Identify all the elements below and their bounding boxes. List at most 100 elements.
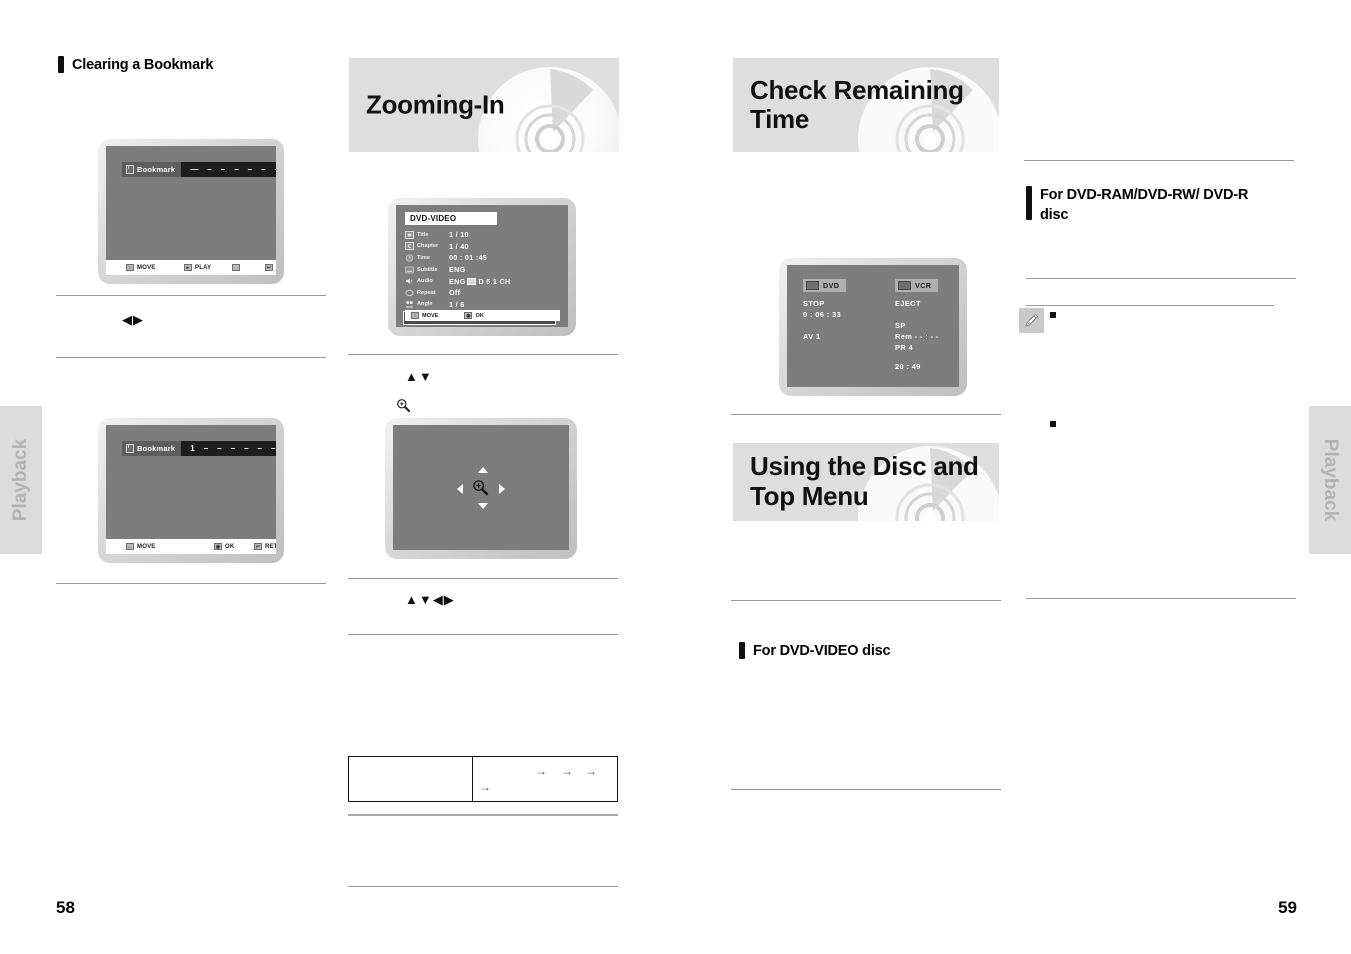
keycap-icon: ↩ [265, 264, 273, 271]
divider [1026, 598, 1296, 599]
info-label: Angle [405, 300, 449, 308]
banner-zooming-in: Zooming-In [349, 58, 619, 152]
info-value: 1 / 40 [449, 241, 469, 251]
info-row-time: Time 00 : 01 :45 [405, 252, 560, 264]
side-tab-right-label: Playback [1320, 438, 1341, 522]
zoom-magnifier-icon [473, 479, 489, 495]
heading-bar [739, 642, 745, 659]
arrow-down-icon [478, 502, 488, 509]
angle-icon [405, 300, 414, 308]
divider [1024, 160, 1294, 161]
osd-move-label: MOVE [422, 312, 439, 319]
chapter-icon: C [405, 242, 414, 251]
key-hint-up-down: ▲▼ [405, 369, 433, 384]
divider [348, 634, 618, 635]
tv-screen-bookmark-one: Bookmark 1 – – – – – – – – –– ↔ [98, 418, 284, 563]
divider [348, 814, 618, 816]
side-tab-left-label: Playback [10, 438, 31, 522]
arrow-right-icon: → [561, 764, 573, 778]
bookmark-label-text: Bookmark [137, 165, 176, 174]
info-label: Audio [405, 277, 449, 285]
info-row-audio: Audio ENG D 5.1 CH [405, 275, 560, 287]
vcr-status: EJECT [895, 299, 921, 308]
vcr-remaining: Rem - - : - - [895, 332, 939, 341]
heading-clearing-a-bookmark-label: Clearing a Bookmark [72, 57, 214, 73]
info-value: 00 : 01 :45 [449, 253, 488, 263]
arrow-right-icon: → [479, 780, 491, 794]
osd-ok-label: OK [475, 312, 484, 319]
keycap-icon: ◉ [464, 312, 473, 319]
info-row-chapter: C Chapter 1 / 40 [405, 241, 560, 253]
page-number-left: 58 [56, 898, 75, 917]
remaining-dvd-column: DVD STOP 0 : 06 : 33 AV 1 [803, 279, 847, 343]
bookmark-row: Bookmark 1 – – – – – – – – –– [122, 441, 276, 456]
divider [56, 295, 326, 296]
heading-clearing-a-bookmark: Clearing a Bookmark [58, 56, 308, 76]
vcr-tape-icon [898, 281, 911, 290]
speaker-icon [405, 277, 414, 285]
page-number-right: 59 [1278, 898, 1297, 917]
divider [731, 600, 1001, 601]
dvd-disc-icon [806, 281, 819, 290]
info-row-subtitle: Subtitle ENG [405, 264, 560, 276]
info-label-text: Chapter [417, 243, 439, 250]
audio-format: D 5.1 CH [478, 276, 511, 286]
tv-screen-zoom-pointer [385, 418, 577, 559]
key-hint-left-right: ◀▶ [122, 312, 144, 327]
info-value: ENG D 5.1 CH [449, 277, 510, 286]
vcr-speed: SP [895, 321, 906, 330]
osd-move-button: ↕ MOVE [126, 264, 155, 271]
bookmark-slots-one: 1 – – – – – – – – –– [181, 441, 276, 456]
bullet-marker [1050, 312, 1056, 318]
vcr-clock: 20 : 49 [895, 362, 921, 371]
vcr-program: PR 4 [895, 343, 914, 352]
bookmark-label-chip: Bookmark [122, 441, 182, 456]
divider [348, 578, 618, 579]
dolby-digital-icon [467, 277, 477, 285]
bookmark-icon [126, 444, 134, 453]
osd-ok-button: ◉ OK [464, 312, 484, 319]
bookmark-slot: – [207, 165, 213, 174]
osd-move-label: MOVE [137, 543, 156, 550]
osd-play-label: PLAY [195, 264, 212, 271]
osd-zoom-pointer [393, 425, 569, 550]
divider [348, 886, 618, 887]
vcr-badge: VCR [895, 279, 939, 292]
osd-move-button: ↕ MOVE [411, 312, 438, 319]
heading-for-dvd-ram-rw-r-disc-label: For DVD-RAM/DVD-RW/ DVD-R disc [1040, 187, 1249, 223]
osd-move-button: ↔ MOVE [126, 543, 155, 550]
table-cell-right: → → → → [473, 757, 617, 801]
osd-return-button: ↩ RETURN [265, 264, 276, 271]
info-label-text: Repeat [417, 289, 436, 296]
tv-screen-remaining-time: DVD STOP 0 : 06 : 33 AV 1 VCR EJECT SP R… [779, 258, 967, 396]
bookmark-label-chip: Bookmark [122, 162, 182, 177]
side-tab-playback-right: Playback [1309, 406, 1351, 554]
banner-using-disc-top-menu: Using the Disc and Top Menu [733, 443, 999, 521]
arrow-right-icon: → [535, 764, 547, 778]
keycap-icon: ↩ [254, 543, 262, 550]
bookmark-slot: – [257, 444, 263, 453]
osd-ok-button: ◉ OK [214, 543, 234, 550]
bookmark-slots-empty: — – – – – – – – – –– [181, 162, 276, 177]
info-value: ENG [449, 265, 466, 275]
bullet-marker [1050, 421, 1056, 427]
heading-for-dvd-ram-rw-r-disc: For DVD-RAM/DVD-RW/ DVD-R disc [1026, 186, 1266, 225]
dvd-elapsed-time: 0 : 06 : 33 [803, 310, 842, 319]
arrow-up-icon [478, 466, 488, 473]
info-value: 1 / 10 [449, 230, 469, 240]
note-table: → → → → [348, 756, 618, 802]
bookmark-slot: – [271, 444, 276, 453]
banner-check-remaining-time: Check Remaining Time [733, 58, 999, 152]
tv-screen-dvd-video-info: DVD-VIDEO Title 1 / 10 C Chapter 1 / 40 … [388, 198, 576, 336]
bookmark-slot: — [190, 165, 200, 174]
heading-for-dvd-video-disc: For DVD-VIDEO disc [739, 642, 989, 662]
audio-lang: ENG [449, 276, 466, 286]
subtitle-icon [405, 266, 414, 274]
info-row-title: Title 1 / 10 [405, 229, 560, 241]
bookmark-slot: – [234, 165, 240, 174]
remaining-vcr-column: VCR EJECT SP Rem - - : - - PR 4 [895, 279, 939, 354]
arrow-right-icon: → [585, 764, 597, 778]
tv-screen-bookmark-empty: Bookmark — – – – – – – – – –– ↕ [98, 139, 284, 284]
info-row-angle: Angle 1 / 6 [405, 299, 560, 311]
info-value: 1 / 6 [449, 299, 465, 309]
